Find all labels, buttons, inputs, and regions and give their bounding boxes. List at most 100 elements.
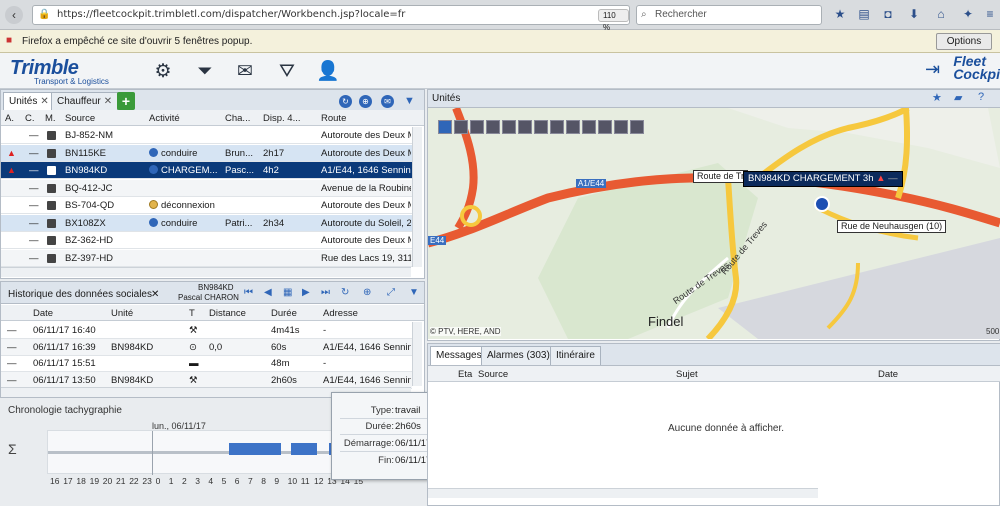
fullscreen-icon[interactable] bbox=[582, 120, 596, 134]
tab-itinerary[interactable]: Itinéraire bbox=[550, 346, 601, 365]
col-date[interactable]: Date bbox=[33, 308, 53, 319]
col-route[interactable]: Route bbox=[321, 113, 346, 124]
units-vscroll[interactable] bbox=[412, 127, 422, 267]
timeline-work-segment[interactable] bbox=[229, 443, 281, 455]
user-icon[interactable]: 👤 bbox=[316, 61, 340, 83]
add-tab-button[interactable]: + bbox=[117, 92, 135, 110]
close-icon[interactable]: ✕ bbox=[104, 96, 112, 107]
col-distance[interactable]: Distance bbox=[209, 308, 246, 319]
units-hscroll[interactable] bbox=[1, 267, 411, 277]
chat-icon[interactable]: ▰ bbox=[954, 91, 962, 104]
col-unit[interactable]: Unité bbox=[111, 308, 133, 319]
col-disp[interactable]: Disp. 4... bbox=[263, 113, 301, 124]
filter-icon[interactable]: ▼ bbox=[409, 287, 419, 298]
warning-layer-icon[interactable] bbox=[502, 120, 516, 134]
road-layer-icon[interactable] bbox=[518, 120, 532, 134]
zoom-out-icon[interactable] bbox=[438, 120, 452, 134]
home-view-icon[interactable] bbox=[630, 120, 644, 134]
pocket-icon[interactable]: ◘ bbox=[880, 6, 896, 22]
col-c[interactable]: C. bbox=[25, 113, 35, 124]
prev-page-icon[interactable]: ◀ bbox=[264, 287, 272, 298]
col-address[interactable]: Adresse bbox=[323, 308, 358, 319]
table-row[interactable]: — 06/11/17 13:50 BN984KD ⚒ 2h60s A1/E44, 1646… bbox=[1, 371, 412, 389]
minimize-icon[interactable]: — bbox=[888, 173, 898, 184]
table-row[interactable]: — 06/11/17 16:40 ⚒ 4m41s - bbox=[1, 322, 412, 339]
zoom-in-icon[interactable] bbox=[470, 120, 484, 134]
measure-icon[interactable] bbox=[486, 120, 500, 134]
last-page-icon[interactable]: ⏭ bbox=[321, 287, 330, 298]
road-icon[interactable]: ⛛ bbox=[276, 61, 298, 83]
table-row[interactable]: — BS-704-QD déconnexion Autoroute des Deux … bbox=[1, 197, 412, 214]
close-icon[interactable]: ✕ bbox=[151, 289, 159, 300]
logout-icon[interactable]: ⇥ bbox=[925, 59, 940, 80]
truck-icon bbox=[47, 183, 56, 196]
timeline-chart[interactable] bbox=[47, 430, 366, 475]
star-icon[interactable]: ★ bbox=[932, 91, 942, 104]
table-row[interactable]: — BX108ZX conduire Patri... 2h34 Autoroute du… bbox=[1, 214, 412, 232]
col-type[interactable]: T bbox=[189, 308, 195, 319]
back-icon[interactable]: ‹ bbox=[5, 6, 23, 24]
zoom-level[interactable]: 110 % bbox=[598, 9, 629, 32]
options-button[interactable]: Options bbox=[936, 33, 992, 50]
col-activity[interactable]: Activité bbox=[149, 113, 180, 124]
refresh-icon[interactable]: ↻ bbox=[339, 95, 352, 108]
expand-icon[interactable]: ⤢ bbox=[387, 287, 395, 298]
mail-icon[interactable]: ✉ bbox=[234, 61, 256, 83]
col-m[interactable]: M. bbox=[45, 113, 56, 124]
extension-icon[interactable]: ✦ bbox=[960, 6, 976, 22]
table-row[interactable]: ▲ — BN115KE conduire Brun... 2h17 Autoroute de… bbox=[1, 144, 412, 162]
vehicle-marker[interactable] bbox=[814, 196, 830, 212]
pan-icon[interactable] bbox=[454, 120, 468, 134]
history-grid-header: Date Unité T Distance Durée Adresse bbox=[1, 305, 424, 321]
timeline-work-segment[interactable] bbox=[291, 443, 317, 455]
col-a[interactable]: A. bbox=[5, 113, 14, 124]
col-source[interactable]: Source bbox=[478, 369, 508, 380]
unit-route: Autoroute des Deux Me bbox=[321, 200, 411, 211]
globe-icon[interactable]: ⊕ bbox=[363, 287, 371, 298]
table-row[interactable]: — 06/11/17 16:39 BN984KD ⊙ 0,0 60s A1/E44, 164… bbox=[1, 338, 412, 356]
table-row[interactable]: — BZ-362-HD Autoroute des Deux Me bbox=[1, 232, 412, 249]
home-icon[interactable]: ⌂ bbox=[933, 6, 949, 22]
history-vscroll[interactable] bbox=[412, 322, 422, 386]
menu-icon[interactable]: ≡ bbox=[982, 6, 998, 22]
url-bar[interactable]: 🔒 https://fleetcockpit.trimbletl.com/dis… bbox=[32, 5, 630, 32]
tab-driver[interactable]: Chauffeur ✕ bbox=[51, 92, 119, 111]
mail-icon[interactable]: ✉ bbox=[381, 95, 394, 108]
messages-hscroll[interactable] bbox=[428, 488, 818, 498]
move-icon[interactable] bbox=[598, 120, 612, 134]
vehicle-callout[interactable]: BN984KD CHARGEMENT 3h ▲ — bbox=[743, 171, 903, 187]
col-date[interactable]: Date bbox=[878, 369, 898, 380]
map-view[interactable]: Route de Tr BN984KD CHARGEMENT 3h ▲ — A1… bbox=[428, 108, 1000, 339]
table-row[interactable]: — BQ-412-JC Avenue de la Roubine bbox=[1, 179, 412, 197]
filter-icon[interactable]: ▼ bbox=[403, 95, 416, 108]
first-page-icon[interactable]: ⏮ bbox=[244, 287, 253, 298]
crosshair-icon[interactable] bbox=[534, 120, 548, 134]
table-row[interactable]: — BZ-397-HD Rue des Lacs 19, 311 bbox=[1, 249, 412, 267]
tab-messages[interactable]: Messages bbox=[430, 346, 488, 365]
bookmark-star-icon[interactable]: ★ bbox=[832, 6, 848, 22]
col-duration[interactable]: Durée bbox=[271, 308, 297, 319]
calendar-icon[interactable]: ▦ bbox=[283, 287, 292, 298]
table-row[interactable]: ▲ — BN984KD CHARGEM... Pasc... 4h2 A1/E44, 164… bbox=[1, 162, 412, 179]
print-icon[interactable] bbox=[566, 120, 580, 134]
help-icon[interactable]: ? bbox=[978, 91, 984, 103]
col-driver[interactable]: Cha... bbox=[225, 113, 250, 124]
back-arrow-icon[interactable] bbox=[614, 120, 628, 134]
table-row[interactable]: — 06/11/17 15:51 ▬ 48m - bbox=[1, 355, 412, 372]
filter-icon[interactable]: ⏷ bbox=[194, 61, 216, 83]
next-page-icon[interactable]: ▶ bbox=[302, 287, 310, 298]
gear-icon[interactable]: ⚙ bbox=[152, 61, 174, 83]
globe-icon[interactable]: ⊕ bbox=[359, 95, 372, 108]
refresh-icon[interactable]: ↻ bbox=[341, 287, 349, 298]
clipboard-icon[interactable]: ▤ bbox=[856, 6, 872, 22]
col-subject[interactable]: Sujet bbox=[676, 369, 698, 380]
col-status[interactable]: Eta bbox=[458, 369, 472, 380]
close-icon[interactable]: ✕ bbox=[40, 96, 48, 107]
layers-icon[interactable] bbox=[550, 120, 564, 134]
tab-alarms[interactable]: Alarmes (303) bbox=[481, 346, 556, 365]
tab-units[interactable]: Unités ✕ bbox=[3, 92, 55, 111]
table-row[interactable]: — BJ-852-NM Autoroute des Deux Me bbox=[1, 127, 412, 144]
col-source[interactable]: Source bbox=[65, 113, 95, 124]
download-icon[interactable]: ⬇ bbox=[906, 6, 922, 22]
search-input[interactable]: ⌕ Rechercher bbox=[636, 5, 822, 25]
